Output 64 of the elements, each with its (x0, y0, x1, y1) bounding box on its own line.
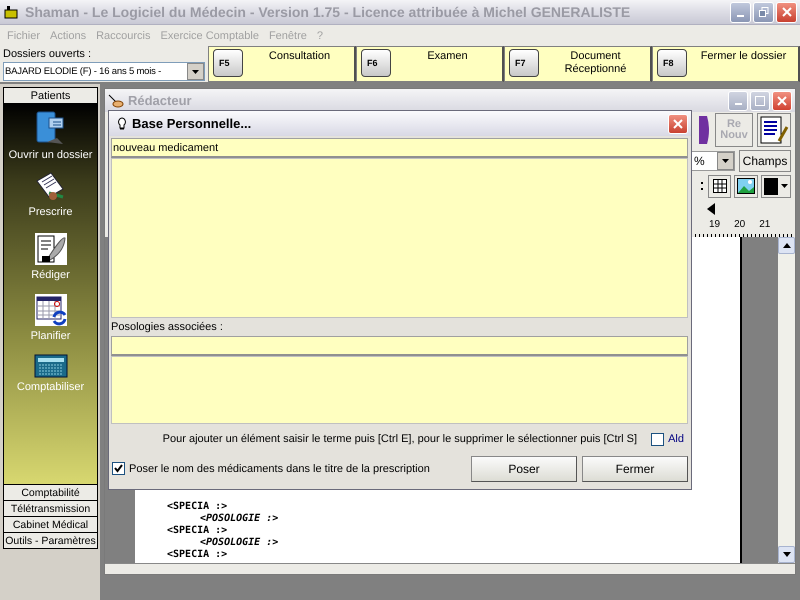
search-field[interactable]: nouveau medicament (111, 138, 688, 158)
hint-text: Pour ajouter un élément saisir le terme puis [Ctrl E], pour le supprimer le sélectionner puis [Ctrl S] (162, 433, 638, 445)
ald-checkbox[interactable]: Ald (651, 432, 684, 446)
dialog-button[interactable]: Poser (471, 456, 577, 482)
document-line: <POSOLOGIE :> (199, 537, 280, 549)
sidebar-section[interactable]: Télétransmission (3, 500, 98, 517)
key-icon: F7 (509, 49, 539, 77)
function-key-button[interactable]: F7 Document Réceptionné (504, 46, 652, 82)
dialog-button[interactable]: Fermer (582, 456, 688, 482)
close-button[interactable] (776, 2, 797, 22)
dosage-field[interactable] (111, 336, 688, 356)
function-key-button[interactable]: F5 Consultation (208, 46, 356, 82)
tab-stop-icon (707, 203, 715, 215)
ruler-number: 20 (734, 219, 746, 232)
document-line: <SPECIA :> (167, 525, 228, 537)
put-names-checkbox[interactable]: Poser le nom des médicaments dans le titre de la prescription (112, 462, 430, 475)
minimize-icon (734, 103, 742, 105)
scroll-up-icon[interactable] (782, 243, 790, 248)
close-icon (777, 96, 787, 106)
minimize-icon (737, 14, 744, 16)
document-line: <POSOLOGIE :> (199, 513, 280, 525)
ruler-number: 21 (759, 219, 770, 232)
toolbar-icon[interactable] (699, 114, 711, 146)
close-button[interactable] (772, 90, 792, 110)
maximize-icon (755, 96, 765, 106)
sidebar-section[interactable]: Cabinet Médical (3, 516, 98, 533)
color-picker[interactable] (761, 174, 791, 198)
close-icon (782, 7, 792, 17)
key-icon: F6 (361, 49, 391, 77)
table-icon[interactable] (708, 174, 731, 198)
dialog-title: Base Personnelle... (132, 116, 252, 131)
open-files-dropdown[interactable]: BAJARD ELODIE (F) - 16 ans 5 mois - (3, 62, 205, 81)
sidebar-section[interactable]: Outils - Paramètres (3, 532, 98, 549)
window-title: Shaman - Le Logiciel du Médecin - Version 1.75 - Licence attribuée à Michel GENERALISTE (25, 4, 632, 20)
sidebar-item[interactable]: Rédiger (31, 269, 70, 281)
key-icon: F5 (213, 49, 243, 77)
lightbulb-icon (117, 116, 127, 130)
sidebar-section[interactable]: Comptabilité (3, 484, 98, 501)
document-line: <SPECIA :> (167, 501, 228, 513)
fields-button[interactable]: Champs (739, 150, 791, 172)
zoom-dropdown[interactable]: % (691, 150, 735, 170)
scroll-down-icon[interactable] (782, 552, 790, 557)
function-key-button[interactable]: F8 Fermer le dossier (652, 46, 800, 82)
vertical-scrollbar[interactable] (778, 237, 795, 563)
zoom-value: % (694, 154, 705, 168)
restore-button[interactable] (753, 2, 774, 22)
pen-icon (108, 94, 124, 108)
sidebar-header[interactable]: Patients (3, 87, 98, 104)
sidebar-item[interactable]: Ouvrir un dossier (8, 149, 92, 161)
image-icon[interactable] (734, 174, 758, 198)
close-button[interactable] (668, 114, 688, 134)
editor-title: Rédacteur (128, 93, 193, 108)
open-files-label: Dossiers ouverts : (3, 48, 92, 60)
sidebar-item[interactable]: Planifier (30, 330, 70, 342)
app-icon (3, 4, 19, 20)
sidebar-item[interactable]: Prescrire (28, 206, 72, 218)
key-icon: F8 (657, 49, 687, 77)
restore-icon (758, 7, 768, 17)
minimize-button[interactable] (730, 2, 751, 22)
function-key-button[interactable]: F6 Examen (356, 46, 504, 82)
document-icon[interactable] (757, 113, 791, 147)
close-icon (673, 118, 683, 128)
document-line: <SPECIA :> (167, 549, 228, 561)
ruler-number: 19 (709, 219, 720, 232)
